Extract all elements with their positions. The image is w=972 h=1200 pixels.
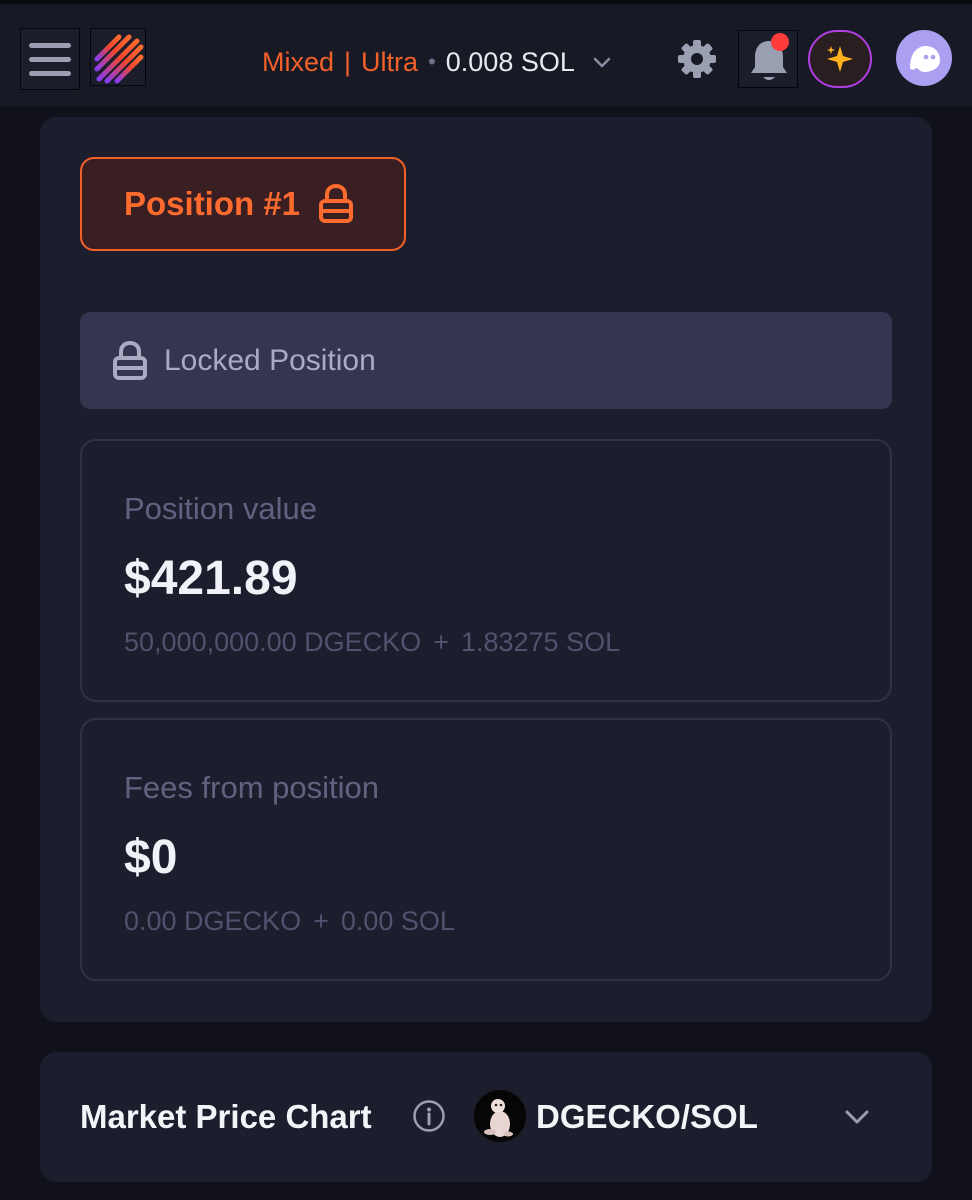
menu-icon[interactable] <box>20 28 80 90</box>
position-value-label: Position value <box>124 491 318 526</box>
chevron-down-icon[interactable] <box>591 51 613 73</box>
lock-icon <box>113 340 147 380</box>
lock-icon <box>319 184 354 223</box>
sol-balance: 0.008 SOL <box>445 46 575 77</box>
position-value-box: Position value $421.89 50,000,000.00 DGE… <box>80 439 892 702</box>
mode-separator: | <box>344 46 352 77</box>
info-icon[interactable] <box>412 1099 446 1133</box>
gear-icon[interactable] <box>676 38 718 80</box>
fees-amount: $0 <box>124 831 178 884</box>
sol-amount: 0.00 SOL <box>340 906 455 936</box>
position-value-amount: $421.89 <box>124 552 298 605</box>
notifications-button[interactable] <box>738 30 798 88</box>
sparkle-button[interactable] <box>808 30 872 88</box>
logo-icon[interactable] <box>90 28 146 86</box>
token-avatar <box>474 1090 526 1142</box>
token-amount: 0.00 DGECKO <box>124 906 302 936</box>
chart-title: Market Price Chart <box>80 1098 372 1135</box>
locked-position-label: Locked Position <box>164 343 376 377</box>
top-bar: Mixed | Ultra • 0.008 SOL <box>0 0 972 106</box>
plus-sign: + <box>433 627 449 657</box>
locked-position-notice: Locked Position <box>80 312 892 409</box>
token-pair: DGECKO/SOL <box>536 1098 758 1135</box>
chevron-down-icon[interactable] <box>842 1104 872 1130</box>
fees-box: Fees from position $0 0.00 DGECKO +0.00 S… <box>80 718 892 981</box>
position-tab[interactable]: Position #1 <box>80 157 406 251</box>
sparkle-icon <box>827 46 853 72</box>
mode-mixed: Mixed <box>262 46 335 77</box>
dot-separator: • <box>428 49 436 74</box>
plus-sign: + <box>313 906 329 936</box>
position-value-breakdown: 50,000,000.00 DGECKO +1.83275 SOL <box>124 627 620 658</box>
wallet-status[interactable]: Mixed | Ultra • 0.008 SOL <box>262 42 613 82</box>
token-amount: 50,000,000.00 DGECKO <box>124 627 422 657</box>
notification-badge <box>771 33 789 51</box>
bell-icon <box>751 41 787 80</box>
fees-label: Fees from position <box>124 770 379 805</box>
sol-amount: 1.83275 SOL <box>460 627 621 657</box>
fees-breakdown: 0.00 DGECKO +0.00 SOL <box>124 906 455 937</box>
position-title: Position #1 <box>124 185 301 222</box>
market-price-chart-header[interactable]: Market Price Chart DGECKO/SOL <box>40 1052 932 1182</box>
position-card: Position #1 Locked Position Position val… <box>40 117 932 1022</box>
mode-ultra: Ultra <box>361 46 419 77</box>
ghost-avatar-icon[interactable] <box>896 30 952 86</box>
